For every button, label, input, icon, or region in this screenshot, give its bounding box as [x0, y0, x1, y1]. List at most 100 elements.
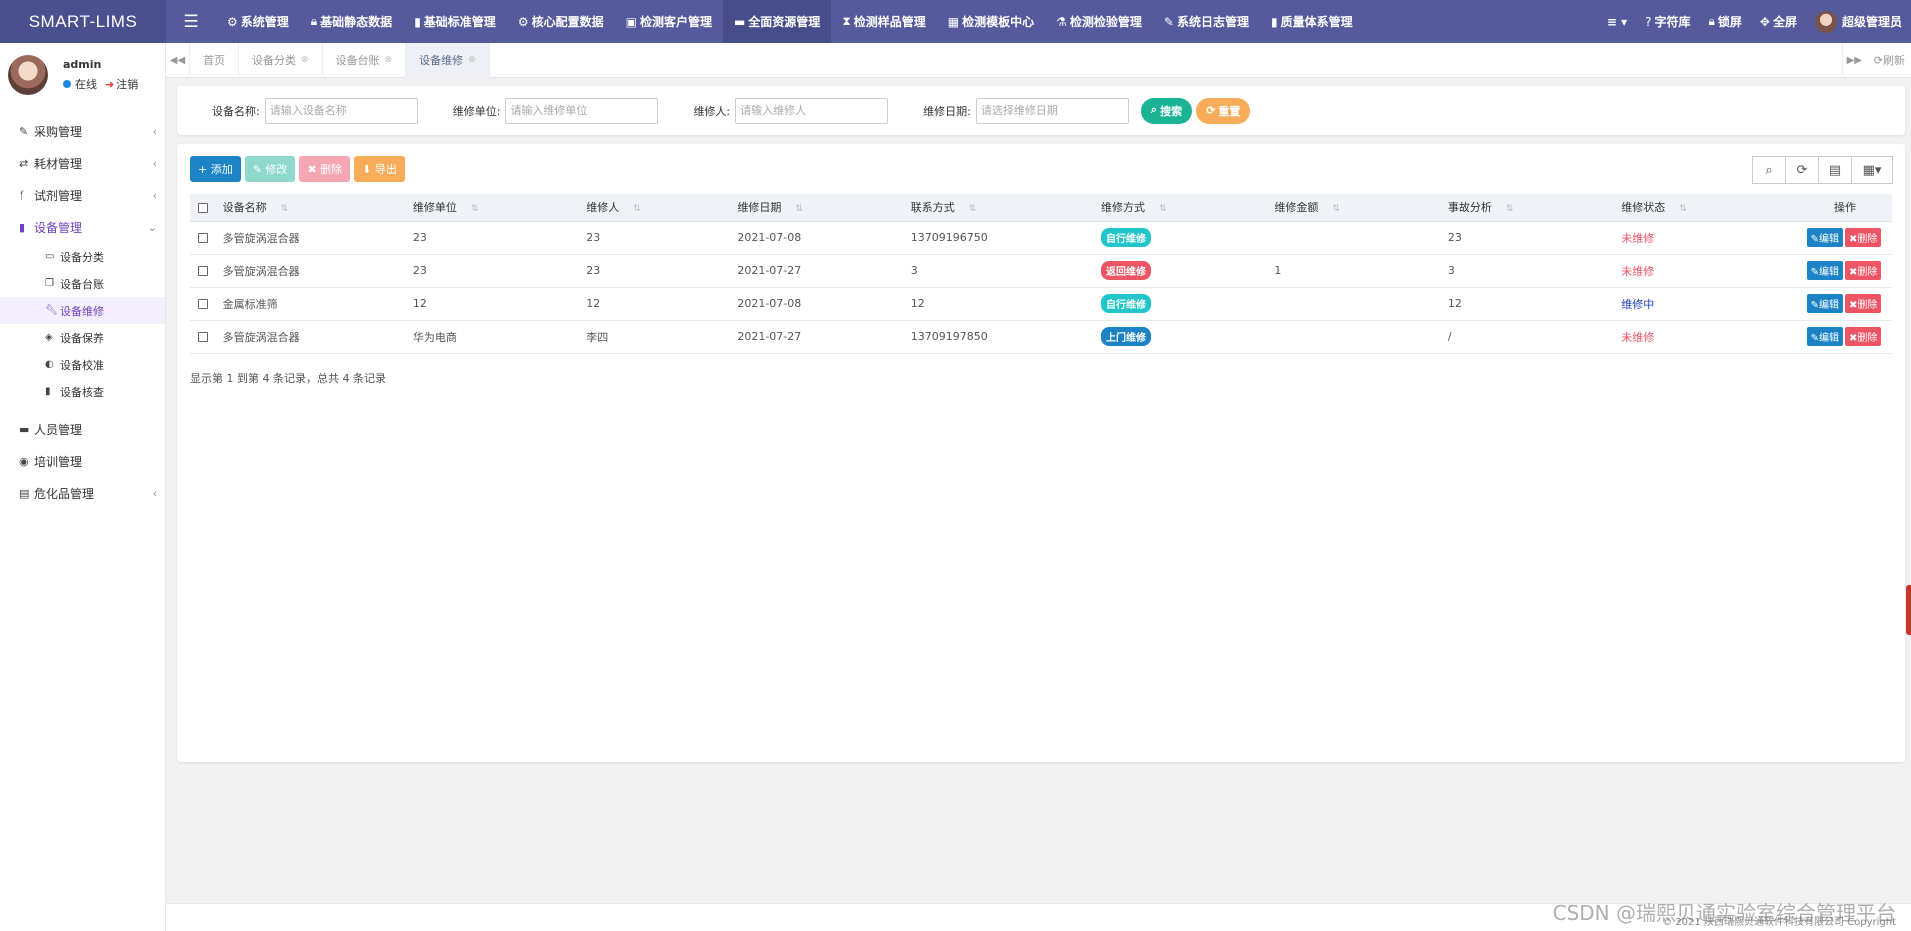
user-panel: admin 在线 ➜ 注销 — [0, 43, 165, 107]
row-delete-button[interactable]: ✖删除 — [1844, 228, 1882, 247]
menu-toggle-icon[interactable]: ☰ — [166, 12, 216, 32]
table-header-row: 设备名称 ⇅ 维修单位 ⇅ 维修人 ⇅ 维修日期 ⇅ 联系方式 ⇅ 维修方式 ⇅ 维修金额 ⇅ 事故分析 ⇅ 维… — [190, 194, 1892, 222]
edit-button[interactable]: ✎ 修改 — [244, 156, 296, 182]
search-input-2[interactable] — [735, 97, 889, 124]
close-circle-icon[interactable]: ⊗ — [385, 55, 393, 65]
delete-button-label: 删除 — [320, 163, 343, 176]
logout-icon[interactable]: ➜ — [105, 78, 114, 91]
row-checkbox[interactable] — [198, 233, 208, 243]
row-checkbox[interactable] — [198, 299, 208, 309]
topnav-item-6[interactable]: ⧗ 检测样品管理 — [831, 0, 936, 43]
topnav-item-0[interactable]: ⚙ 系统管理 — [216, 0, 300, 43]
tab-0[interactable]: 首页 — [190, 42, 239, 78]
cell-date: 2021-07-08 — [729, 287, 903, 321]
sidebar-subitem-0[interactable]: ▭ 设备分类 — [0, 243, 165, 270]
topnav-item-10[interactable]: ▮ 质量体系管理 — [1260, 0, 1364, 43]
row-edit-button[interactable]: ✎编辑 — [1806, 294, 1843, 313]
edge-handle[interactable] — [1906, 585, 1911, 635]
topnav-item-2[interactable]: ▮ 基础标准管理 — [403, 0, 507, 43]
cell-status: 维修中 — [1613, 287, 1798, 321]
sidebar-subitem-2[interactable]: 🔧︎ 设备维修 — [0, 297, 165, 324]
delete-button[interactable]: ✖ 删除 — [299, 156, 351, 182]
sidebar-subitem-1[interactable]: ❐ 设备台账 — [0, 270, 165, 297]
lock-screen-label: 锁屏 — [1717, 15, 1742, 29]
search-input-1[interactable] — [505, 97, 659, 124]
sidebar-item-menu2-0[interactable]: ▬ 人员管理 — [0, 413, 165, 445]
reset-button[interactable]: ⟳ 重置 — [1196, 97, 1251, 124]
sidebar-subitem-4[interactable]: ◐ 设备校准 — [0, 351, 165, 378]
column-header-5[interactable]: 维修方式 ⇅ — [1092, 194, 1267, 222]
table-row[interactable]: 多管旋涡混合器 23 23 2021-07-08 13709196750 自行维修 23 未维… — [190, 221, 1892, 255]
column-header-2[interactable]: 维修人 ⇅ — [578, 194, 730, 222]
add-button[interactable]: + 添加 — [190, 156, 241, 182]
tabs-scroll-left-icon[interactable]: ◀◀ — [166, 42, 190, 78]
more-menu-dropdown[interactable]: ≡ ▾ — [1598, 15, 1636, 29]
chevron-down-icon: ⌄ — [147, 220, 157, 234]
fullscreen-link[interactable]: ✥ 全屏 — [1751, 13, 1806, 30]
sidebar-subitem-3[interactable]: ◈ 设备保养 — [0, 324, 165, 351]
sidebar-item-menu2-1[interactable]: ◉ 培训管理 — [0, 445, 165, 477]
tabs-scroll-right-icon[interactable]: ▶▶ — [1841, 42, 1866, 78]
font-library-link[interactable]: ? 字符库 — [1636, 13, 1699, 30]
column-header-1[interactable]: 维修单位 ⇅ — [404, 194, 579, 222]
sidebar-subitem-5[interactable]: ▮ 设备核查 — [0, 378, 165, 405]
logout-link[interactable]: 注销 — [116, 76, 138, 92]
row-checkbox[interactable] — [198, 332, 208, 342]
search-toggle-button[interactable]: ⌕ — [1752, 156, 1786, 184]
search-input-3[interactable] — [975, 97, 1129, 124]
topnav-item-1[interactable]: 🔒︎ 基础静态数据 — [300, 0, 403, 43]
topnav-item-4[interactable]: ▣ 检测客户管理 — [615, 0, 723, 43]
column-header-label: 维修方式 — [1100, 201, 1145, 215]
topnav-item-8[interactable]: ⚗ 检测检验管理 — [1045, 0, 1153, 43]
sidebar-item-menu-3[interactable]: ▮ 设备管理 ⌄ — [0, 211, 165, 243]
id-card-icon: ▣ — [625, 14, 637, 29]
row-checkbox[interactable] — [198, 266, 208, 276]
tab-2[interactable]: 设备台账 ⊗ — [323, 42, 407, 78]
row-edit-button[interactable]: ✎编辑 — [1806, 228, 1843, 247]
user-menu[interactable]: 超级管理员 — [1806, 10, 1911, 33]
sidebar-item-menu-2[interactable]: ᚶ 试剂管理 ‹ — [0, 179, 165, 211]
column-header-8[interactable]: 维修状态 ⇅ — [1613, 194, 1798, 222]
brand-logo[interactable]: SMART-LIMS — [0, 0, 166, 43]
topnav-item-3[interactable]: ⚙ 核心配置数据 — [507, 0, 615, 43]
column-header-6[interactable]: 维修金额 ⇅ — [1266, 194, 1440, 222]
table-row[interactable]: 多管旋涡混合器 23 23 2021-07-27 3 返回维修 1 3 未维修 ✎编辑 ✖删除 — [190, 254, 1892, 288]
topnav-item-9[interactable]: ✎ 系统日志管理 — [1153, 0, 1260, 43]
tab-3[interactable]: 设备维修 ⊗ — [406, 42, 490, 78]
refresh-table-button[interactable]: ⟳ — [1785, 156, 1819, 184]
toggle-view-button[interactable]: ▤ — [1818, 156, 1852, 184]
search-icon: ⌕ — [1150, 104, 1161, 116]
row-edit-button[interactable]: ✎编辑 — [1806, 327, 1843, 346]
close-circle-icon[interactable]: ⊗ — [468, 55, 476, 65]
edit-icon: ✎ — [1810, 267, 1819, 278]
column-header-4[interactable]: 联系方式 ⇅ — [902, 194, 1093, 222]
topnav-item-7[interactable]: ▦ 检测模板中心 — [937, 0, 1045, 43]
table-row[interactable]: 金属标准筛 12 12 2021-07-08 12 自行维修 12 维修中 ✎编辑 ✖删除 — [190, 287, 1892, 321]
row-delete-button[interactable]: ✖删除 — [1844, 261, 1882, 280]
columns-dropdown-button[interactable]: ▦▾ — [1851, 156, 1893, 184]
search-input-0[interactable] — [264, 97, 418, 124]
topnav-item-5[interactable]: ▬ 全面资源管理 — [722, 0, 832, 43]
column-header-0[interactable]: 设备名称 ⇅ — [214, 194, 405, 222]
sidebar-item-menu2-2[interactable]: ▤ 危化品管理 ‹ — [0, 477, 165, 509]
cell-status: 未维修 — [1613, 221, 1798, 255]
row-edit-button[interactable]: ✎编辑 — [1806, 261, 1843, 280]
cell-analysis: 23 — [1439, 221, 1614, 255]
topnav-label: 质量体系管理 — [1280, 15, 1353, 29]
lock-screen-link[interactable]: 🔒︎ 锁屏 — [1700, 13, 1751, 30]
table-row[interactable]: 多管旋涡混合器 华为电商 李四 2021-07-27 13709197850 上门维修 / 未… — [190, 320, 1892, 354]
avatar[interactable] — [8, 55, 48, 95]
close-circle-icon[interactable]: ⊗ — [301, 55, 309, 65]
sidebar-item-menu-0[interactable]: ✎ 采购管理 ‹ — [0, 115, 165, 147]
search-button[interactable]: ⌕ 搜索 — [1140, 97, 1193, 124]
export-button[interactable]: ⬇ 导出 — [354, 156, 405, 182]
select-all-checkbox[interactable] — [198, 202, 208, 213]
row-delete-button[interactable]: ✖删除 — [1844, 327, 1882, 346]
tab-1[interactable]: 设备分类 ⊗ — [239, 42, 323, 78]
row-delete-button[interactable]: ✖删除 — [1844, 294, 1882, 313]
column-header-7[interactable]: 事故分析 ⇅ — [1439, 194, 1614, 222]
column-header-3[interactable]: 维修日期 ⇅ — [729, 194, 903, 222]
sidebar-item-menu-1[interactable]: ⇄ 耗材管理 ‹ — [0, 147, 165, 179]
refresh-tab-button[interactable]: ⟳刷新 — [1866, 52, 1911, 68]
select-all-checkbox-cell — [190, 194, 215, 222]
